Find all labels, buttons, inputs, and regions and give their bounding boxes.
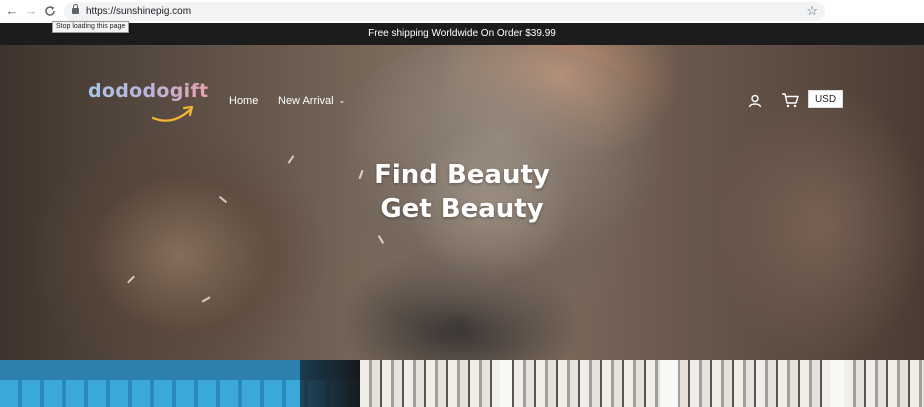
hero-line-2: Get Beauty: [380, 194, 544, 224]
sparkle-decoration: [218, 195, 228, 204]
stop-reload-icon[interactable]: [42, 3, 58, 19]
address-bar[interactable]: https://sunshinepig.com ☆: [64, 2, 825, 21]
bookmark-star-icon[interactable]: ☆: [806, 3, 818, 19]
announcement-bar: Free shipping Worldwide On Order $39.99: [0, 23, 924, 45]
announcement-text: Free shipping Worldwide On Order $39.99: [368, 28, 556, 39]
lock-icon: [72, 4, 79, 15]
hero-banner: dododogift Home New Arrival ⌄ USD Find Be…: [0, 45, 924, 360]
site-logo[interactable]: dododogift: [88, 80, 209, 122]
dark-panel-image: [300, 360, 360, 407]
nav-home-label: Home: [229, 95, 259, 107]
forward-icon[interactable]: →: [23, 3, 39, 19]
striped-curtains-image: [360, 360, 924, 407]
logo-arrow-icon: [151, 105, 194, 122]
nav-new-arrival-label: New Arrival: [278, 95, 334, 107]
logo-text: dododogift: [88, 80, 209, 102]
back-icon[interactable]: ←: [4, 3, 20, 19]
hero-line-1: Find Beauty: [374, 160, 550, 190]
browser-toolbar: ← → https://sunshinepig.com ☆ Stop loadi…: [0, 0, 924, 33]
sparkle-decoration: [127, 275, 135, 284]
sparkle-decoration: [201, 296, 211, 303]
next-section-image: [0, 360, 924, 407]
sparkle-decoration: [287, 155, 295, 164]
stop-loading-tooltip: Stop loading this page: [52, 21, 130, 33]
nav-new-arrival[interactable]: New Arrival ⌄: [278, 95, 345, 107]
chevron-down-icon: ⌄: [338, 96, 346, 105]
account-icon[interactable]: [748, 94, 762, 108]
hero-headline: Find Beauty Get Beauty: [312, 158, 612, 226]
nav-home[interactable]: Home: [229, 95, 258, 107]
currency-selector[interactable]: USD: [808, 90, 843, 108]
cart-icon[interactable]: [781, 93, 799, 108]
url-text: https://sunshinepig.com: [86, 6, 192, 17]
